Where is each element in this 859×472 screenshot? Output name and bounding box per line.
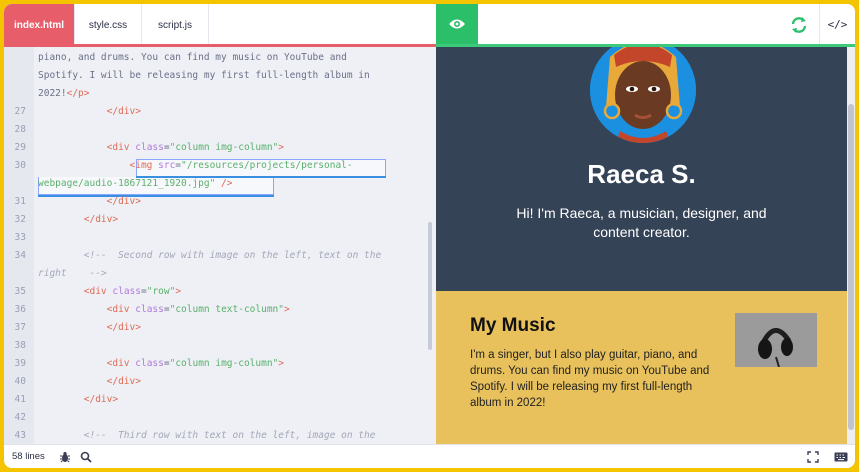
- code-line: 43 <!-- Third row with text on the left,…: [4, 427, 436, 444]
- code-text: webpage/audio-1867121_1920.jpg" />: [38, 178, 233, 189]
- code-line: 2022!</p>: [4, 85, 436, 103]
- code-text: <!-- Third row with text on the left, im…: [83, 430, 376, 441]
- app-window: index.html style.css script.js </> piano…: [4, 4, 855, 468]
- code-line: 33: [4, 229, 436, 247]
- code-text: <!-- Second row with image on the left, …: [83, 250, 382, 261]
- code-line: 31 </div>: [4, 193, 436, 211]
- line-number: 43: [14, 430, 26, 441]
- line-number: 38: [14, 340, 26, 351]
- preview-toggle-button[interactable]: [436, 4, 478, 44]
- code-text: </div>: [106, 322, 141, 333]
- code-line: 40 </div>: [4, 373, 436, 391]
- code-line: piano, and drums. You can find my music …: [4, 49, 436, 67]
- code-text: <img src="/resources/projects/personal-: [129, 160, 353, 171]
- code-text: </div>: [83, 394, 119, 405]
- line-number: 41: [14, 394, 26, 405]
- bug-icon[interactable]: [59, 451, 71, 463]
- code-line: 38: [4, 337, 436, 355]
- eye-icon: [449, 19, 465, 29]
- preview-scrollbar-thumb[interactable]: [848, 104, 854, 430]
- code-text: </div>: [83, 214, 119, 225]
- headphones-photo: [735, 313, 817, 367]
- top-bar: index.html style.css script.js </>: [4, 4, 855, 47]
- file-tabs: index.html style.css script.js: [4, 4, 209, 47]
- line-number: 30: [14, 160, 26, 171]
- line-number: 35: [14, 286, 26, 297]
- code-line: webpage/audio-1867121_1920.jpg" />: [4, 175, 436, 193]
- code-line: 37 </div>: [4, 319, 436, 337]
- code-text: <div class="column img-column">: [106, 142, 284, 153]
- profile-avatar: [590, 47, 696, 143]
- profile-bio: Hi! I'm Raeca, a musician, designer, and…: [516, 205, 767, 240]
- tab-index-html[interactable]: index.html: [4, 4, 75, 47]
- code-text: piano, and drums. You can find my music …: [38, 52, 347, 63]
- profile-name: Raeca S.: [587, 159, 696, 189]
- code-text: right -->: [38, 268, 107, 279]
- code-line: 35 <div class="row">: [4, 283, 436, 301]
- tab-script-js[interactable]: script.js: [142, 4, 209, 47]
- line-number: 39: [14, 358, 26, 369]
- line-number: 34: [14, 250, 26, 261]
- code-line: 29 <div class="column img-column">: [4, 139, 436, 157]
- line-number: 29: [14, 142, 26, 153]
- code-line: 32 </div>: [4, 211, 436, 229]
- tab-style-css[interactable]: style.css: [75, 4, 142, 47]
- code-text: <div class="column text-column">: [106, 304, 290, 315]
- code-icon: </>: [827, 17, 848, 31]
- code-line: 42: [4, 409, 436, 427]
- preview-pane: Raeca S. Hi! I'm Raeca, a musician, desi…: [436, 47, 855, 444]
- code-text: Spotify. I will be releasing my first fu…: [38, 70, 370, 81]
- fullscreen-icon[interactable]: [807, 451, 819, 463]
- code-text: </div>: [106, 376, 141, 387]
- line-number: 28: [14, 124, 26, 135]
- line-number: 27: [14, 106, 26, 117]
- code-line: 36 <div class="column text-column">: [4, 301, 436, 319]
- code-line: 41 </div>: [4, 391, 436, 409]
- line-number: 42: [14, 412, 26, 423]
- code-line: 34 <!-- Second row with image on the lef…: [4, 247, 436, 265]
- line-number: 32: [14, 214, 26, 225]
- status-bar: 58 lines: [4, 444, 855, 468]
- preview-toolbar: </>: [436, 4, 855, 47]
- code-text: <div class="column img-column">: [106, 358, 284, 369]
- line-number: 31: [14, 196, 26, 207]
- search-icon[interactable]: [80, 451, 92, 463]
- code-text: <div class="row">: [83, 286, 182, 297]
- view-code-button[interactable]: </>: [819, 4, 855, 44]
- refresh-button[interactable]: [784, 10, 814, 40]
- line-number: 37: [14, 322, 26, 333]
- avatar-illustration: [590, 47, 696, 143]
- line-number: 33: [14, 232, 26, 243]
- line-number: 36: [14, 304, 26, 315]
- keyboard-icon[interactable]: [834, 452, 848, 462]
- refresh-icon: [791, 17, 807, 33]
- code-line: Spotify. I will be releasing my first fu…: [4, 67, 436, 85]
- music-image: [735, 313, 817, 367]
- code-line: 39 <div class="column img-column">: [4, 355, 436, 373]
- code-line: 27 </div>: [4, 103, 436, 121]
- code-text: </div>: [106, 106, 141, 117]
- code-line: 30 <img src="/resources/projects/persona…: [4, 157, 436, 175]
- editor-scrollbar[interactable]: [428, 222, 432, 350]
- code-line: right -->: [4, 265, 436, 283]
- music-heading: My Music: [470, 315, 556, 336]
- line-number: 40: [14, 376, 26, 387]
- line-count: 58 lines: [12, 451, 45, 462]
- code-line: 28: [4, 121, 436, 139]
- hero-section: Raeca S. Hi! I'm Raeca, a musician, desi…: [436, 47, 847, 291]
- code-text: 2022!</p>: [38, 88, 90, 99]
- music-section: My Music I'm a singer, but I also play g…: [436, 291, 847, 444]
- music-description: I'm a singer, but I also play guitar, pi…: [470, 349, 710, 409]
- code-editor[interactable]: piano, and drums. You can find my music …: [4, 47, 436, 444]
- code-text: </div>: [106, 196, 141, 207]
